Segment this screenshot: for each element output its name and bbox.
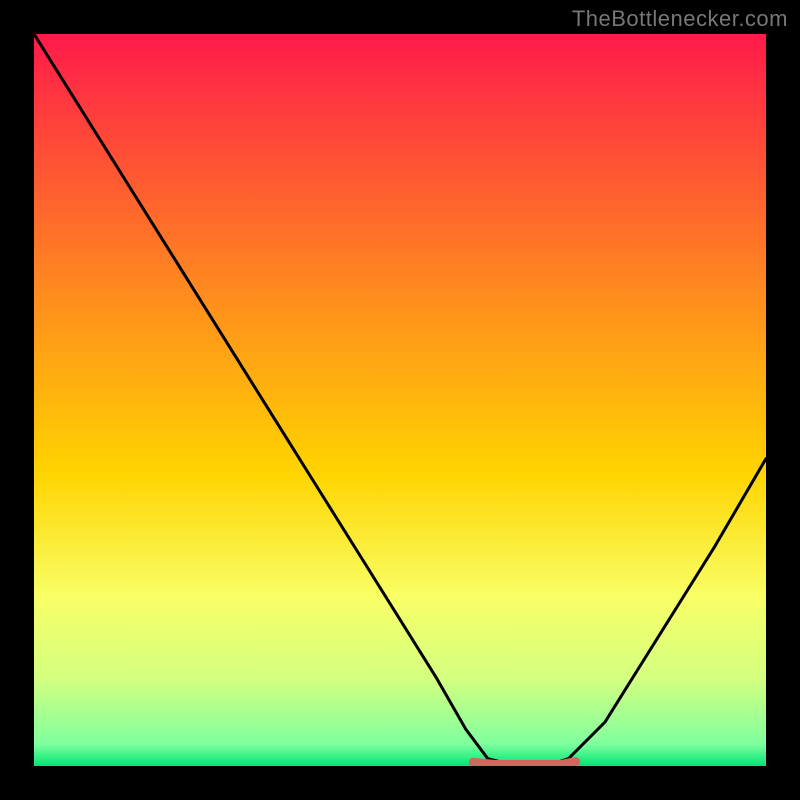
- chart-plot-area: [34, 34, 766, 766]
- watermark-text: TheBottlenecker.com: [572, 6, 788, 32]
- optimal-range-line: [473, 762, 576, 765]
- chart-background-gradient: [34, 34, 766, 766]
- chart-stage: TheBottlenecker.com: [0, 0, 800, 800]
- chart-svg: [34, 34, 766, 766]
